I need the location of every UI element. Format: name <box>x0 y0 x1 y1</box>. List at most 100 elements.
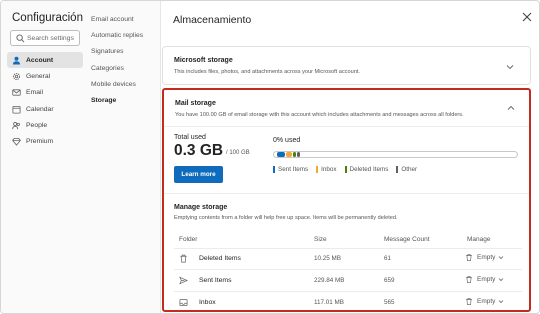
microsoft-storage-description: This includes files, photos, and attachm… <box>174 69 360 75</box>
people-icon <box>12 121 20 129</box>
legend-label: Inbox <box>321 166 337 173</box>
subnav-item-categories[interactable]: Categories <box>91 60 159 76</box>
legend-label: Other <box>401 166 418 173</box>
nav-item-account[interactable]: Account <box>7 52 83 69</box>
folder-message-count: 659 <box>384 277 395 284</box>
table-row: Deleted Items 10.25 MB 61 Empty <box>174 249 522 270</box>
usage-segment-sent-items <box>277 152 285 157</box>
divider <box>164 126 529 127</box>
manage-storage-title: Manage storage <box>174 204 228 211</box>
mail-storage-description: You have 100.00 GB of email storage with… <box>175 112 464 118</box>
chevron-down-icon <box>499 278 504 282</box>
total-capacity: / 100 GB <box>226 150 250 156</box>
account-subnav-pane: Email account Automatic replies Signatur… <box>85 1 161 313</box>
folder-name: Inbox <box>199 299 216 306</box>
column-header-size: Size <box>314 236 327 243</box>
search-icon <box>16 34 25 43</box>
folder-size: 229.84 MB <box>314 277 345 284</box>
empty-folder-button[interactable]: Empty <box>465 297 504 306</box>
app-title: Configuración <box>12 12 83 24</box>
divider <box>164 193 529 194</box>
usage-segment-inbox <box>286 152 292 157</box>
column-header-manage: Manage <box>467 236 491 243</box>
search-placeholder: Search settings <box>27 35 74 42</box>
search-input[interactable]: Search settings <box>10 30 80 46</box>
legend-item-other: Other <box>396 166 417 173</box>
legend-item-inbox: Inbox <box>316 166 337 173</box>
settings-window: Configuración Search settings Account Ge… <box>0 0 540 314</box>
subnav-item-signatures[interactable]: Signatures <box>91 44 159 60</box>
trash-icon <box>466 276 472 284</box>
percent-used-label: 0% used <box>273 137 301 144</box>
nav-item-label: People <box>26 121 48 129</box>
nav-item-calendar[interactable]: Calendar <box>7 101 83 117</box>
column-header-folder: Folder <box>179 236 198 243</box>
trash-icon <box>466 298 472 306</box>
legend-swatch <box>316 166 319 173</box>
total-used-label: Total used <box>174 134 206 141</box>
legend-item-deleted-items: Deleted Items <box>344 166 389 173</box>
subnav-item-mobile-devices[interactable]: Mobile devices <box>91 76 159 92</box>
page-title: Almacenamiento <box>173 14 252 26</box>
empty-label: Empty <box>477 254 496 261</box>
nav-item-label: General <box>26 72 51 80</box>
send-icon <box>179 276 188 285</box>
trash-icon <box>466 254 472 262</box>
manage-storage-description: Emptying contents from a folder will hel… <box>174 215 398 221</box>
legend-swatch <box>344 166 347 173</box>
subnav-item-automatic-replies[interactable]: Automatic replies <box>91 27 159 43</box>
trash-icon <box>180 254 187 263</box>
subnav-item-email-account[interactable]: Email account <box>91 11 159 27</box>
legend-item-sent-items: Sent Items <box>273 166 308 173</box>
folder-name: Deleted Items <box>199 255 241 262</box>
close-icon[interactable] <box>521 11 533 23</box>
settings-nav: Account General Email Calendar People Pr… <box>7 52 83 150</box>
legend-label: Sent Items <box>278 166 309 173</box>
chevron-down-icon <box>499 256 504 260</box>
empty-label: Empty <box>477 298 496 305</box>
learn-more-button[interactable]: Learn more <box>174 166 223 183</box>
legend-swatch <box>273 166 275 173</box>
usage-segment-other <box>297 152 300 157</box>
mail-icon <box>12 89 21 96</box>
folder-size: 117.01 MB <box>314 299 344 306</box>
mail-storage-title: Mail storage <box>175 100 216 107</box>
storage-panel: Almacenamiento Microsoft storage This in… <box>162 1 539 313</box>
mail-storage-card: Mail storage You have 100.00 GB of email… <box>162 88 531 312</box>
microsoft-storage-title: Microsoft storage <box>174 57 233 64</box>
column-header-message-count: Message Count <box>384 236 430 243</box>
divider <box>174 269 522 270</box>
total-used-value: 0.3 GB <box>174 142 224 159</box>
chevron-down-icon <box>499 300 504 304</box>
nav-item-general[interactable]: General <box>7 68 83 84</box>
nav-item-email[interactable]: Email <box>7 85 83 101</box>
folder-name: Sent Items <box>199 277 232 284</box>
folder-size: 10.25 MB <box>314 255 341 262</box>
nav-item-label: Account <box>26 56 54 64</box>
nav-item-premium[interactable]: Premium <box>7 133 83 149</box>
empty-folder-button[interactable]: Empty <box>465 275 504 284</box>
folder-message-count: 61 <box>384 255 392 262</box>
empty-label: Empty <box>477 276 496 283</box>
gear-icon <box>13 73 20 80</box>
nav-item-people[interactable]: People <box>7 117 83 133</box>
table-row: Inbox 117.01 MB 565 Empty <box>174 293 522 313</box>
nav-item-label: Calendar <box>26 105 54 113</box>
chevron-down-icon[interactable] <box>506 64 514 70</box>
calendar-icon <box>12 105 21 114</box>
storage-usage-bar <box>273 151 518 158</box>
microsoft-storage-card[interactable]: Microsoft storage This includes files, p… <box>162 46 531 85</box>
empty-folder-button[interactable]: Empty <box>465 253 504 262</box>
table-row: Sent Items 229.84 MB 659 Empty <box>174 271 522 292</box>
folder-message-count: 565 <box>384 299 395 306</box>
settings-nav-pane: Configuración Search settings Account Ge… <box>1 1 85 313</box>
legend-label: Deleted Items <box>349 166 389 173</box>
chevron-up-icon[interactable] <box>507 105 515 111</box>
storage-legend: Sent Items Inbox Deleted Items Other <box>273 166 425 173</box>
subnav-item-storage[interactable]: Storage <box>91 92 159 108</box>
account-subnav: Email account Automatic replies Signatur… <box>91 11 159 109</box>
legend-swatch <box>396 166 399 173</box>
person-icon <box>12 56 21 65</box>
inbox-icon <box>179 298 188 307</box>
divider <box>174 291 522 292</box>
